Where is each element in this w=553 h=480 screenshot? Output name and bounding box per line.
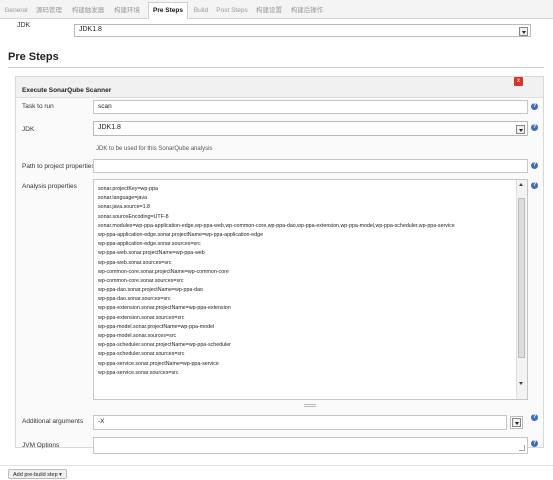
panel-header: Execute SonarQube Scanner bbox=[16, 77, 543, 98]
help-icon[interactable]: ? bbox=[531, 414, 538, 421]
analysis-line: wp-ppa-dao.sonar.projectName=wp-ppa-dao bbox=[98, 287, 203, 294]
analysis-line: wp-ppa-web.sonar.projectName=wp-ppa-web bbox=[98, 250, 205, 257]
textarea-resize-grip[interactable] bbox=[304, 404, 316, 407]
scroll-thumb[interactable] bbox=[518, 198, 525, 358]
tab-build-triggers[interactable]: 构建触发器 bbox=[70, 3, 106, 18]
analysis-line: wp-ppa-web.sonar.sources=src bbox=[98, 259, 172, 266]
close-icon[interactable]: x bbox=[514, 77, 523, 86]
scroll-down-icon[interactable] bbox=[519, 382, 523, 385]
additional-args-input[interactable]: -X bbox=[93, 415, 507, 430]
top-jdk-select[interactable]: JDK1.8 bbox=[74, 24, 531, 37]
jdk-value: JDK1.8 bbox=[98, 124, 121, 131]
analysis-textarea[interactable]: sonar.projectKey=wp-ppa sonar.language=ja… bbox=[93, 179, 528, 400]
tab-build-environment[interactable]: 构建环境 bbox=[112, 3, 142, 18]
analysis-line: wp-ppa-application-edge.sonar.sources=sr… bbox=[98, 241, 201, 248]
top-jdk-label: JDK bbox=[17, 22, 31, 29]
analysis-line: wp-ppa-model.sonar.sources=src bbox=[98, 333, 177, 339]
section-title: Pre Steps bbox=[8, 51, 59, 63]
analysis-line: wp-ppa-service.sonar.projectName=wp-ppa-… bbox=[98, 360, 219, 367]
section-divider bbox=[8, 67, 544, 68]
help-icon[interactable]: ? bbox=[531, 103, 538, 110]
analysis-line: wp-ppa-model.sonar.projectName=wp-ppa-mo… bbox=[98, 323, 215, 330]
resize-handle-icon[interactable] bbox=[519, 445, 525, 451]
tab-build[interactable]: Build bbox=[191, 3, 211, 18]
jdk-hint: JDK to be used for this SonarQube analys… bbox=[96, 146, 213, 152]
additional-args-label: Additional arguments bbox=[22, 418, 84, 425]
panel-title: Execute SonarQube Scanner bbox=[22, 87, 112, 94]
chevron-down-icon[interactable] bbox=[519, 27, 528, 36]
task-value: scan bbox=[98, 103, 112, 110]
tab-bar: General 源码管理 构建触发器 构建环境 Pre Steps Build … bbox=[0, 0, 553, 19]
tab-build-settings[interactable]: 构建设置 bbox=[254, 3, 284, 18]
analysis-line: wp-ppa-extension.sonar.projectName=wp-pp… bbox=[98, 305, 231, 312]
help-icon[interactable]: ? bbox=[531, 440, 538, 447]
analysis-line: wp-ppa-scheduler.sonar.sources=src bbox=[98, 351, 185, 358]
tab-general[interactable]: General bbox=[4, 3, 28, 18]
analysis-line: wp-ppa-application-edge.sonar.projectNam… bbox=[98, 231, 264, 238]
analysis-line: wp-common-core.sonar.projectName=wp-comm… bbox=[98, 268, 229, 275]
help-icon[interactable]: ? bbox=[531, 182, 538, 189]
tab-source-control[interactable]: 源码管理 bbox=[34, 3, 64, 18]
bottom-divider bbox=[0, 465, 553, 466]
task-input[interactable]: scan bbox=[93, 100, 528, 114]
task-label: Task to run bbox=[22, 103, 54, 110]
tab-post-build-actions[interactable]: 构建后操作 bbox=[289, 3, 325, 18]
add-pre-build-step-button[interactable]: Add pre-build step ▾ bbox=[8, 469, 67, 479]
top-jdk-value: JDK1.8 bbox=[79, 26, 102, 33]
analysis-lines: sonar.projectKey=wp-ppa sonar.language=ja… bbox=[98, 185, 515, 378]
analysis-line: sonar.sourceEncoding=UTF-8 bbox=[98, 213, 169, 220]
path-input[interactable] bbox=[93, 159, 528, 173]
chevron-down-icon[interactable] bbox=[512, 418, 521, 427]
analysis-line: sonar.modules=wp-ppa-application-edge,wp… bbox=[98, 222, 455, 229]
jvm-options-label: JVM Options bbox=[22, 442, 60, 449]
textarea-scrollbar[interactable] bbox=[516, 180, 527, 399]
analysis-line: wp-ppa-dao.sonar.sources=src bbox=[98, 296, 171, 303]
jvm-options-input[interactable] bbox=[93, 437, 528, 454]
jdk-label: JDK bbox=[22, 126, 35, 133]
analysis-line: wp-ppa-service.sonar.sources=src bbox=[98, 369, 179, 376]
analysis-line: sonar.java.source=1.8 bbox=[98, 204, 150, 211]
tab-post-steps[interactable]: Post Steps bbox=[216, 3, 248, 18]
analysis-label: Analysis properties bbox=[22, 183, 77, 190]
help-icon[interactable]: ? bbox=[531, 162, 538, 169]
path-label: Path to project properties bbox=[22, 163, 95, 170]
analysis-line: sonar.language=java bbox=[98, 195, 148, 202]
jdk-select[interactable]: JDK1.8 bbox=[93, 121, 528, 136]
scroll-up-icon[interactable] bbox=[519, 183, 523, 186]
analysis-line: sonar.projectKey=wp-ppa bbox=[98, 186, 158, 192]
additional-args-expand[interactable] bbox=[510, 416, 523, 429]
help-icon[interactable]: ? bbox=[531, 124, 538, 131]
analysis-line: wp-common-core.sonar.sources=src bbox=[98, 277, 184, 284]
additional-args-value: -X bbox=[98, 418, 105, 425]
analysis-line: wp-ppa-extension.sonar.sources=src bbox=[98, 314, 185, 321]
analysis-line: wp-ppa-scheduler.sonar.projectName=wp-pp… bbox=[98, 342, 231, 349]
chevron-down-icon[interactable] bbox=[516, 125, 525, 134]
tab-pre-steps[interactable]: Pre Steps bbox=[148, 2, 188, 19]
